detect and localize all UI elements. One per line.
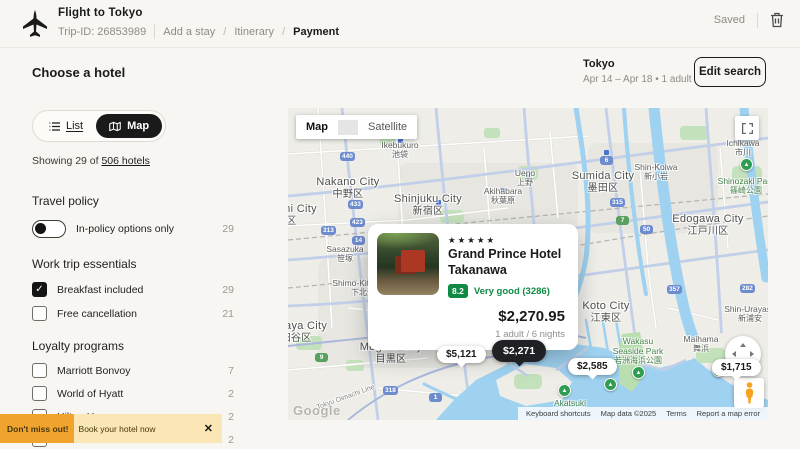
hotel-rating: 8.2 Very good (3286) [448,284,550,298]
search-summary: Tokyo Apr 14 – Apr 18 • 1 adult [583,58,692,85]
in-policy-toggle[interactable] [32,220,66,238]
filter-count: 2 [228,411,234,423]
google-logo[interactable]: Google [293,403,341,418]
hotel-info-card[interactable]: ★★★★★ Grand Prince Hotel Takanawa 8.2 Ve… [368,224,578,350]
filter-count: 21 [222,308,234,320]
park-poi-pin[interactable]: ▲ [604,378,617,391]
banner-highlight: Don't miss out! [0,414,74,443]
section-title-travel-policy: Travel policy [32,194,234,208]
hotel-search-page: Flight to Tokyo Trip-ID: 26853989 Add a … [0,0,800,449]
rating-badge: 8.2 [448,284,468,298]
price-marker[interactable]: $1,715 [712,359,761,376]
trip-block: Flight to Tokyo Trip-ID: 26853989 Add a … [58,7,339,39]
breadcrumb-separator: / [223,26,226,38]
report-error-link[interactable]: Report a map error [697,409,760,418]
breadcrumb-add-a-stay[interactable]: Add a stay [163,26,215,38]
photo-shrine [401,250,425,272]
hotel-name: Grand Prince Hotel Takanawa [448,246,570,279]
filter-label: Free cancellation [57,308,137,320]
section-title-work-trip: Work trip essentials [32,257,234,271]
map-icon [109,121,121,132]
trash-icon[interactable] [770,12,784,28]
map-data-label: Map data ©2025 [601,409,657,418]
filter-count: 7 [228,365,234,377]
top-bar: Flight to Tokyo Trip-ID: 26853989 Add a … [0,0,800,48]
banner-close-icon[interactable]: ✕ [195,422,222,435]
filter-row-marriott: Marriott Bonvoy 7 [32,363,234,378]
results-count-link[interactable]: 506 hotels [101,155,149,167]
filter-count: 29 [222,284,234,296]
hotel-photo [377,233,439,295]
section-title-loyalty: Loyalty programs [32,339,234,353]
trip-id: Trip-ID: 26853989 [58,26,146,38]
park-poi-pin[interactable]: ▲ [740,158,753,171]
pegman-control[interactable] [734,378,764,408]
park-poi-pin[interactable]: ▲ [558,384,571,397]
view-toggle-list-label: List [66,120,83,132]
filter-count: 2 [228,434,234,446]
fullscreen-icon [741,122,754,135]
view-toggle-list[interactable]: List [36,114,96,138]
toggle-knob [35,223,46,234]
filter-row-free-cancellation: Free cancellation 21 [32,306,234,321]
filter-label: In-policy options only [76,223,174,235]
hotel-price-caption: 1 adult / 6 nights [495,329,565,340]
rating-text: Very good (3286) [474,286,550,297]
price-marker[interactable]: $2,585 [568,358,617,375]
edit-search-button[interactable]: Edit search [694,57,766,87]
map-canvas[interactable]: Ikebukuro池袋 Nakano City中野区 Shinjuku City… [288,108,768,420]
photo-foliage [377,233,439,249]
hotel-price: $2,270.95 [495,308,565,325]
filter-row-breakfast: ✓ Breakfast included 29 [32,282,234,297]
filters-sidebar: List Map Showing 29 of 506 hotels Travel… [32,110,234,449]
hyatt-checkbox[interactable] [32,386,47,401]
breakfast-checkbox[interactable]: ✓ [32,282,47,297]
results-count: Showing 29 of 506 hotels [32,155,234,167]
breadcrumb-itinerary[interactable]: Itinerary [234,26,274,38]
saved-link[interactable]: Saved [714,14,745,26]
breadcrumb-payment[interactable]: Payment [293,26,339,38]
banner-message: Book your hotel now [74,424,156,434]
hotel-stars: ★★★★★ [448,235,496,246]
view-toggle: List Map [32,110,166,142]
filter-row-hyatt: World of Hyatt 2 [32,386,234,401]
marriott-checkbox[interactable] [32,363,47,378]
breadcrumb-separator: / [282,26,285,38]
divider [154,24,155,39]
page-title: Choose a hotel [32,65,125,80]
map-attribution: Keyboard shortcuts Map data ©2025 Terms … [518,407,768,420]
fullscreen-button[interactable] [735,116,759,140]
divider [757,13,758,28]
filter-label: Breakfast included [57,284,143,296]
destination: Tokyo [583,58,692,70]
view-toggle-map-label: Map [127,120,149,132]
list-icon [49,122,60,131]
view-toggle-map[interactable]: Map [96,114,162,138]
free-cancellation-checkbox[interactable] [32,306,47,321]
filter-count: 2 [228,388,234,400]
filter-row-in-policy: In-policy options only 29 [32,220,234,238]
divider [338,120,358,135]
terms-link[interactable]: Terms [666,409,686,418]
keyboard-shortcuts-link[interactable]: Keyboard shortcuts [526,409,591,418]
filter-label: Marriott Bonvoy [57,365,131,377]
park-poi-pin[interactable]: ▲ [632,366,645,379]
map-type-map[interactable]: Map [296,121,338,133]
promo-banner: Don't miss out! Book your hotel now ✕ [0,414,222,443]
airline-logo-plane-icon[interactable] [22,10,48,38]
price-marker-selected[interactable]: $2,271 [492,340,546,362]
hotel-price-block: $2,270.95 1 adult / 6 nights [495,308,565,340]
trip-title: Flight to Tokyo [58,7,339,19]
dates-occupancy: Apr 14 – Apr 18 • 1 adult [583,74,692,85]
map-type-control: Map Satellite [296,115,417,139]
price-marker[interactable]: $5,121 [437,346,486,363]
pegman-icon [743,382,756,404]
filter-label: World of Hyatt [57,388,123,400]
map-type-satellite[interactable]: Satellite [358,121,417,133]
filter-count: 29 [222,223,234,235]
